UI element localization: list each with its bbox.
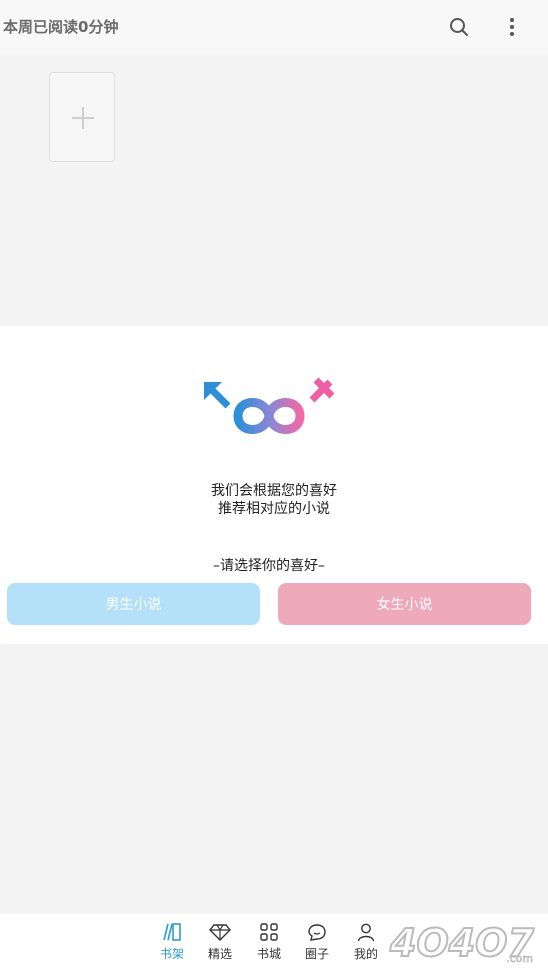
person-icon — [357, 923, 375, 942]
nav-item-featured[interactable]: 精选 — [200, 914, 240, 970]
nav-label-circle: 圈子 — [304, 947, 329, 961]
nav-label-mine: 我的 — [353, 947, 378, 961]
choose-preference-label: –请选择你的喜好– — [213, 558, 325, 574]
weekly-reading-time: 本周已阅读0分钟 — [3, 18, 119, 36]
bookshelf-icon — [163, 923, 181, 941]
search-icon[interactable] — [448, 16, 470, 38]
add-book-button[interactable] — [49, 72, 115, 162]
top-bar: 本周已阅读0分钟 — [0, 0, 548, 55]
chat-bubble-icon — [308, 924, 326, 941]
recommend-message-line2: 推荐相对应的小说 — [218, 501, 330, 517]
preference-panel: 我们会根据您的喜好 推荐相对应的小说 –请选择你的喜好– 男生小说 女生小说 — [0, 326, 548, 644]
svg-text:.com: .com — [506, 952, 533, 965]
site-watermark: 4O4O7 .com — [388, 920, 535, 966]
nav-label-bookstore: 书城 — [256, 947, 281, 961]
nav-item-circle[interactable]: 圈子 — [297, 914, 337, 970]
plus-icon — [72, 107, 94, 129]
nav-item-bookshelf[interactable]: 书架 — [152, 914, 192, 970]
nav-label-bookshelf: 书架 — [159, 947, 184, 961]
recommend-message-line1: 我们会根据您的喜好 — [211, 483, 337, 499]
gender-infinity-logo — [204, 377, 335, 434]
diamond-icon — [209, 924, 231, 941]
more-vertical-icon[interactable] — [505, 15, 519, 39]
male-novel-button[interactable]: 男生小说 — [7, 583, 260, 625]
nav-item-bookstore[interactable]: 书城 — [249, 914, 289, 970]
nav-item-mine[interactable]: 我的 — [346, 914, 386, 970]
grid-icon — [260, 923, 278, 941]
bookshelf-area — [0, 55, 548, 326]
female-novel-button[interactable]: 女生小说 — [278, 583, 531, 625]
nav-label-featured: 精选 — [207, 947, 232, 961]
